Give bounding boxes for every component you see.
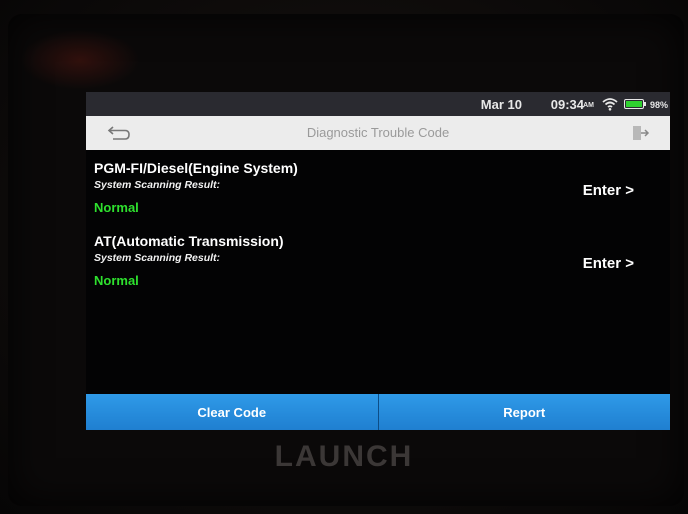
- title-bar: Diagnostic Trouble Code: [86, 116, 670, 150]
- status-time: 09:34: [550, 97, 584, 112]
- brand-logo: LAUNCH: [274, 440, 414, 473]
- wifi-icon: [602, 97, 618, 111]
- scan-result-label: System Scanning Result:: [94, 179, 221, 191]
- battery-icon: [624, 99, 646, 109]
- glare-reflection: [20, 30, 140, 90]
- scan-result-status: Normal: [94, 200, 139, 215]
- clear-code-button[interactable]: Clear Code: [86, 394, 378, 430]
- system-name: PGM-FI/Diesel(Engine System): [94, 160, 298, 176]
- status-bar: Mar 10 09:34 AM 98%: [86, 92, 670, 116]
- battery-percentage: 98%: [649, 100, 668, 110]
- system-row-transmission: AT(Automatic Transmission) System Scanni…: [86, 233, 670, 303]
- scan-result-status: Normal: [94, 273, 139, 288]
- exit-icon[interactable]: [630, 123, 650, 143]
- bottom-action-bar: Clear Code Report: [86, 394, 670, 430]
- device-screen: Mar 10 09:34 AM 98% Diagnostic Trouble C…: [86, 92, 670, 430]
- status-date: Mar 10: [480, 97, 522, 112]
- report-button[interactable]: Report: [377, 394, 670, 430]
- page-title: Diagnostic Trouble Code: [306, 125, 450, 140]
- enter-button-engine[interactable]: Enter >: [583, 182, 634, 199]
- battery-level-fill: [626, 101, 642, 107]
- status-ampm: AM: [583, 102, 594, 109]
- scan-result-label: System Scanning Result:: [94, 252, 221, 264]
- enter-button-transmission[interactable]: Enter >: [583, 255, 634, 272]
- system-row-engine: PGM-FI/Diesel(Engine System) System Scan…: [86, 160, 670, 230]
- system-name: AT(Automatic Transmission): [94, 233, 284, 249]
